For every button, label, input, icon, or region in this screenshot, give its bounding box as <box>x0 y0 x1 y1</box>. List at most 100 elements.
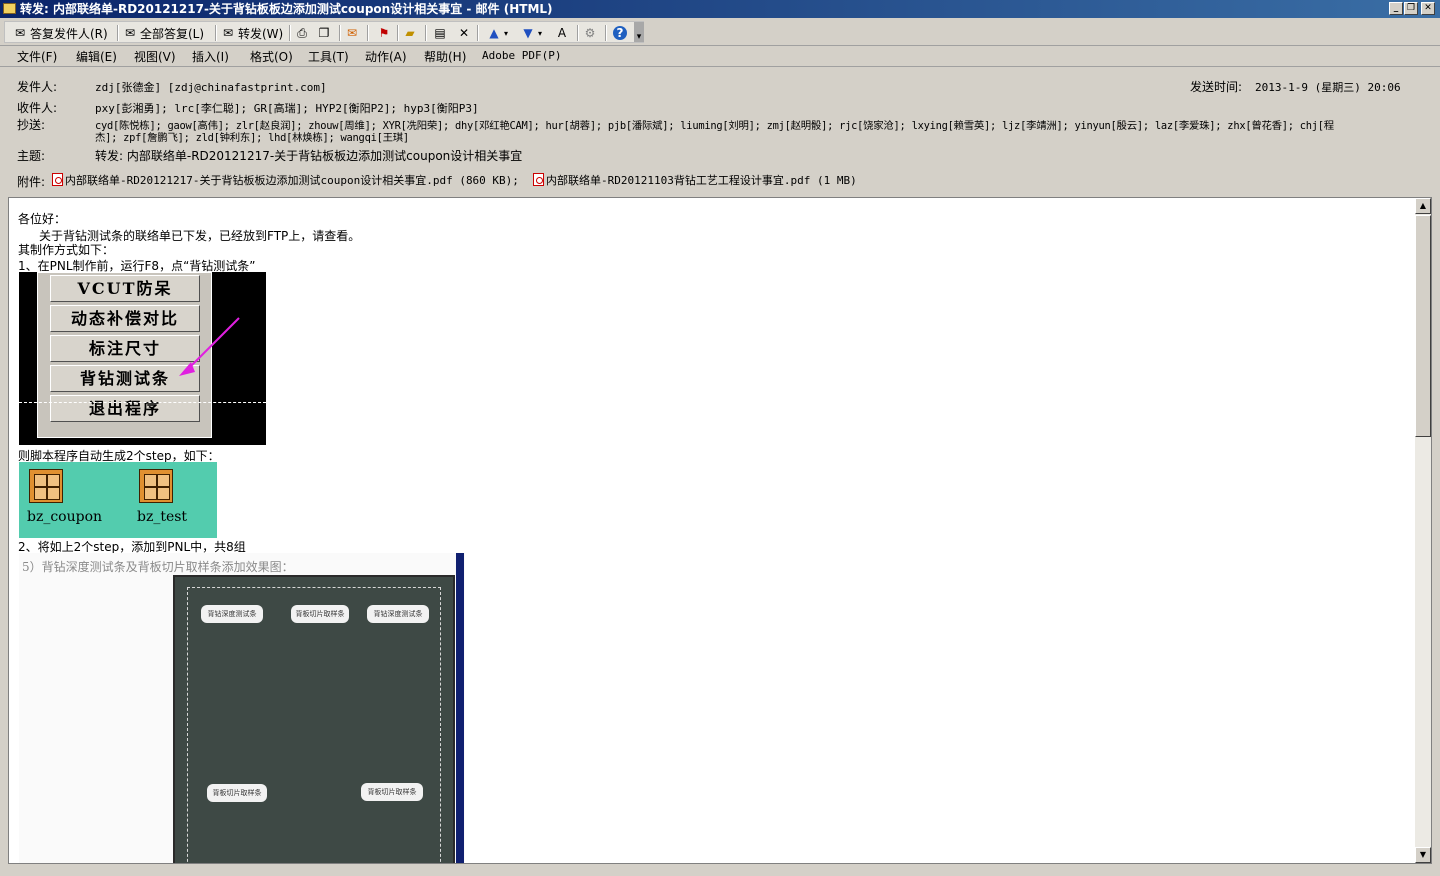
label-backplane-slice: 背板切片取样条 <box>291 605 349 623</box>
menu-actions[interactable]: 动作(A) <box>365 48 407 65</box>
help-button[interactable]: ? <box>613 24 630 42</box>
vertical-scrollbar[interactable]: ▲ ▼ <box>1415 198 1431 863</box>
paste-icon: ▤ <box>434 26 446 40</box>
folder-button[interactable]: ▰ <box>403 24 420 42</box>
toolbar-separator <box>339 25 341 41</box>
toolbar-separator <box>425 25 427 41</box>
next-item-button[interactable]: ▼ ▾ <box>521 24 542 42</box>
menu-tools[interactable]: 工具(T) <box>308 48 349 65</box>
menu-adobe-pdf[interactable]: Adobe PDF(P) <box>482 49 561 62</box>
steps-screenshot: bz_coupon bz_test <box>19 462 217 538</box>
cc-label: 抄送: <box>17 118 46 132</box>
scroll-down-button[interactable]: ▼ <box>1415 847 1431 863</box>
forward-label: 转发(W) <box>238 26 284 41</box>
body-line-2: 其制作方式如下： <box>18 243 115 257</box>
from-value[interactable]: zdj[张德金] [zdj@chinafastprint.com] <box>95 79 327 95</box>
previous-item-button[interactable]: ▲ ▾ <box>487 24 508 42</box>
scroll-up-button[interactable]: ▲ <box>1415 198 1431 214</box>
label-backdrill-depth: 背钻深度测试条 <box>367 605 429 623</box>
label-backdrill-depth: 背钻深度测试条 <box>201 605 263 623</box>
toolbar-separator <box>367 25 369 41</box>
move-to-folder-button[interactable]: ✉ <box>345 24 362 42</box>
toolbar-separator <box>605 25 607 41</box>
label-backplane-slice: 背板切片取样条 <box>361 783 423 801</box>
delete-button[interactable]: ✕ <box>457 24 474 42</box>
forward-button[interactable]: ✉ 转发(W) <box>221 24 283 42</box>
move-icon: ✉ <box>346 26 358 40</box>
reply-all-button[interactable]: ✉ 全部答复(L) <box>123 24 204 42</box>
folder-icon: ▰ <box>405 26 415 40</box>
scan-caption: 5）背钻深度测试条及背板切片取样条添加效果图： <box>22 560 294 574</box>
toolbar: ✉ 答复发件人(R) ✉ 全部答复(L) ✉ 转发(W) ⎙ ❐ ✉ ⚑ ▰ ▤… <box>0 19 1440 46</box>
reply-sender-button[interactable]: ✉ 答复发件人(R) <box>13 24 108 42</box>
paste-button[interactable]: ▤ <box>433 24 450 42</box>
copy-button[interactable]: ❐ <box>317 24 334 42</box>
subject-label: 主题: <box>17 149 46 163</box>
to-label: 收件人: <box>17 101 58 115</box>
f8-menu-screenshot: VCUT防呆 动态补偿对比 标注尺寸 背钻测试条 退出程序 <box>19 272 266 445</box>
toolbar-separator <box>577 25 579 41</box>
pdf-icon <box>52 173 63 186</box>
minimize-button[interactable]: _ <box>1389 2 1403 15</box>
help-icon: ? <box>613 26 627 40</box>
delete-icon: ✕ <box>458 26 470 40</box>
step-icon <box>139 469 173 503</box>
attachment-2[interactable]: 内部联络单-RD20121103背钻工艺工程设计事宜.pdf (1 MB) <box>533 172 857 188</box>
window-title: 转发: 内部联络单-RD20121217-关于背钻板板边添加测试coupon设计… <box>20 2 553 16</box>
attachment-1[interactable]: 内部联络单-RD20121217-关于背钻板板边添加测试coupon设计相关事宜… <box>52 172 519 188</box>
copy-icon: ❐ <box>318 26 330 40</box>
options-button[interactable]: ⚙ <box>583 24 600 42</box>
menu-insert[interactable]: 插入(I) <box>192 48 229 65</box>
restore-button[interactable]: ❐ <box>1404 2 1418 15</box>
attachment-1-name: 内部联络单-RD20121217-关于背钻板板边添加测试coupon设计相关事宜… <box>65 174 519 187</box>
panel-border <box>187 587 441 863</box>
toolbar-separator <box>397 25 399 41</box>
toolbar-separator <box>477 25 479 41</box>
toolbar-separator <box>289 25 291 41</box>
greeting: 各位好： <box>18 212 67 226</box>
cc-value-line2[interactable]: 杰]; zpf[詹鹏飞]; zld[钟利东]; lhd[林焕栋]; wangqi… <box>95 129 409 144</box>
toolbar-options-chevron[interactable]: ▾ <box>634 22 644 42</box>
scroll-thumb[interactable] <box>1415 215 1431 437</box>
toolbar-separator <box>215 25 217 41</box>
sent-label: 发送时间: <box>1190 80 1243 94</box>
menu-file[interactable]: 文件(F) <box>17 48 57 65</box>
subject-value: 转发: 内部联络单-RD20121217-关于背钻板板边添加测试coupon设计… <box>95 149 523 163</box>
menu-view[interactable]: 视图(V) <box>134 48 176 65</box>
font-size-button[interactable]: A <box>555 24 572 42</box>
scan-edge-bar <box>456 553 464 863</box>
down-arrow-icon: ▼ <box>523 26 533 40</box>
message-header: 发件人: zdj[张德金] [zdj@chinafastprint.com] 发… <box>0 67 1440 195</box>
attachment-label: 附件: <box>17 175 46 189</box>
flag-icon: ⚑ <box>378 26 390 40</box>
flag-button[interactable]: ⚑ <box>377 24 394 42</box>
sent-value: 2013-1-9 (星期三) 20:06 <box>1255 81 1401 94</box>
print-button[interactable]: ⎙ <box>295 24 312 42</box>
toolbar-separator <box>117 25 119 41</box>
reply-all-label: 全部答复(L) <box>140 26 205 41</box>
font-size-icon: A <box>557 26 567 40</box>
from-label: 发件人: <box>17 80 58 94</box>
pcb-panel-image: 背钻深度测试条 背板切片取样条 背钻深度测试条 背板切片取样条 背板切片取样条 <box>173 575 455 863</box>
reply-all-icon: ✉ <box>124 26 136 40</box>
menu-edit[interactable]: 编辑(E) <box>76 48 117 65</box>
menu-format[interactable]: 格式(O) <box>250 48 293 65</box>
pointer-arrow-icon <box>179 317 240 376</box>
message-body[interactable]: 各位好： 关于背钻测试条的联络单已下发，已经放到FTP上，请查看。 其制作方式如… <box>8 197 1432 864</box>
to-value[interactable]: pxy[彭湘勇]; lrc[李仁聪]; GR[高瑞]; HYP2[衡阳P2]; … <box>95 100 479 116</box>
options-icon: ⚙ <box>584 26 596 40</box>
toolbar-group: ✉ 答复发件人(R) ✉ 全部答复(L) ✉ 转发(W) ⎙ ❐ ✉ ⚑ ▰ ▤… <box>4 21 644 43</box>
print-icon: ⎙ <box>297 26 307 40</box>
close-button[interactable]: ✕ <box>1421 2 1435 15</box>
mail-icon <box>3 3 16 14</box>
step-label-test: bz_test <box>137 509 188 525</box>
dropdown-icon: ▾ <box>504 28 509 38</box>
forward-icon: ✉ <box>222 26 234 40</box>
menu-help[interactable]: 帮助(H) <box>424 48 466 65</box>
panel-layout-scan: 5）背钻深度测试条及背板切片取样条添加效果图： 背钻深度测试条 背板切片取样条 … <box>19 553 465 863</box>
reply-icon: ✉ <box>14 26 26 40</box>
menu-bar: 文件(F) 编辑(E) 视图(V) 插入(I) 格式(O) 工具(T) 动作(A… <box>0 46 1440 67</box>
step-icon <box>29 469 63 503</box>
attachment-2-name: 内部联络单-RD20121103背钻工艺工程设计事宜.pdf (1 MB) <box>546 174 857 187</box>
up-arrow-icon: ▲ <box>489 26 499 40</box>
